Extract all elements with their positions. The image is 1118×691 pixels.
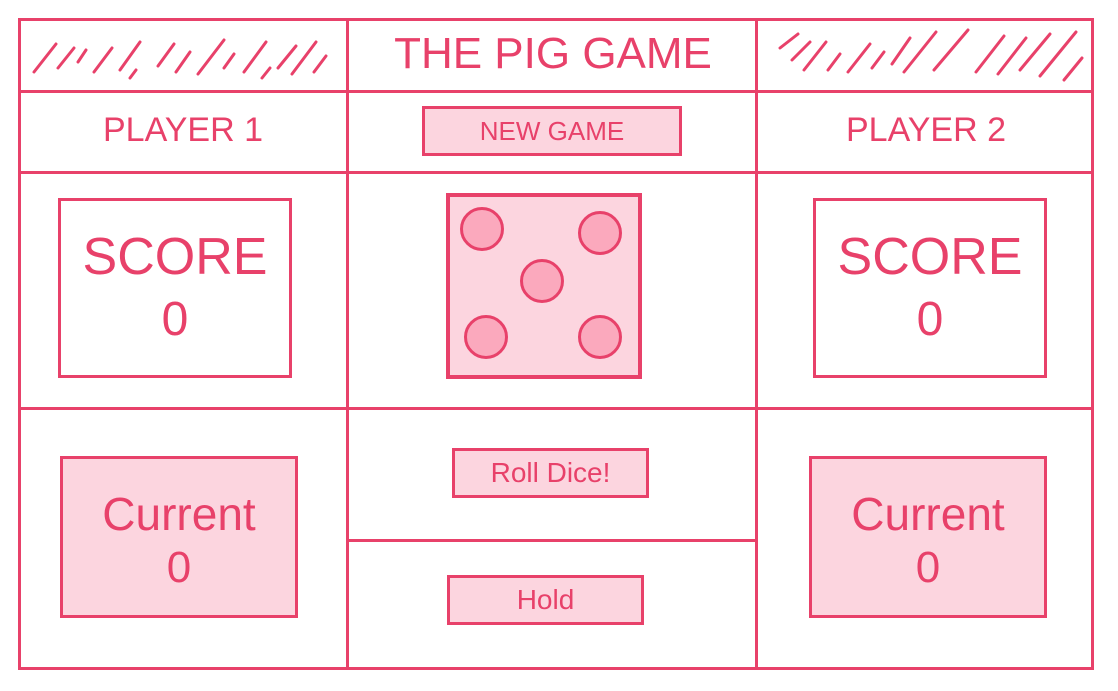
dice-pip (578, 211, 622, 255)
row-divider-middle (18, 407, 1094, 410)
player-1-score-box: SCORE 0 (58, 198, 292, 378)
player-1-current-value: 0 (166, 543, 192, 592)
hatch-decoration-right (778, 28, 1084, 82)
roll-dice-button[interactable]: Roll Dice! (452, 448, 649, 498)
new-game-button[interactable]: NEW GAME (422, 106, 682, 156)
player-1-score-label: SCORE (82, 228, 268, 286)
row-divider-controls (349, 539, 755, 542)
dice-five-icon (446, 193, 642, 379)
player-2-current-box: Current 0 (809, 456, 1047, 618)
player-2-score-value: 0 (916, 293, 944, 346)
player-2-label: PLAYER 2 (845, 111, 1006, 149)
player-2-score-label: SCORE (837, 228, 1023, 286)
page-title: THE PIG GAME (394, 29, 712, 78)
player-1-score-value: 0 (161, 293, 189, 346)
player-2-current-value: 0 (915, 543, 941, 592)
row-divider-players (18, 171, 1094, 174)
dice-pip (460, 207, 504, 251)
dice-pip (464, 315, 508, 359)
player-2-current-label: Current (851, 488, 1005, 540)
hold-button[interactable]: Hold (447, 575, 644, 625)
player-1-current-box: Current 0 (60, 456, 298, 618)
row-divider-header (18, 90, 1094, 93)
dice-pip (578, 315, 622, 359)
player-1-label: PLAYER 1 (102, 111, 263, 149)
player-1-current-label: Current (102, 488, 256, 540)
hatch-decoration-left (32, 38, 328, 80)
player-2-score-box: SCORE 0 (813, 198, 1047, 378)
dice-pip (520, 259, 564, 303)
